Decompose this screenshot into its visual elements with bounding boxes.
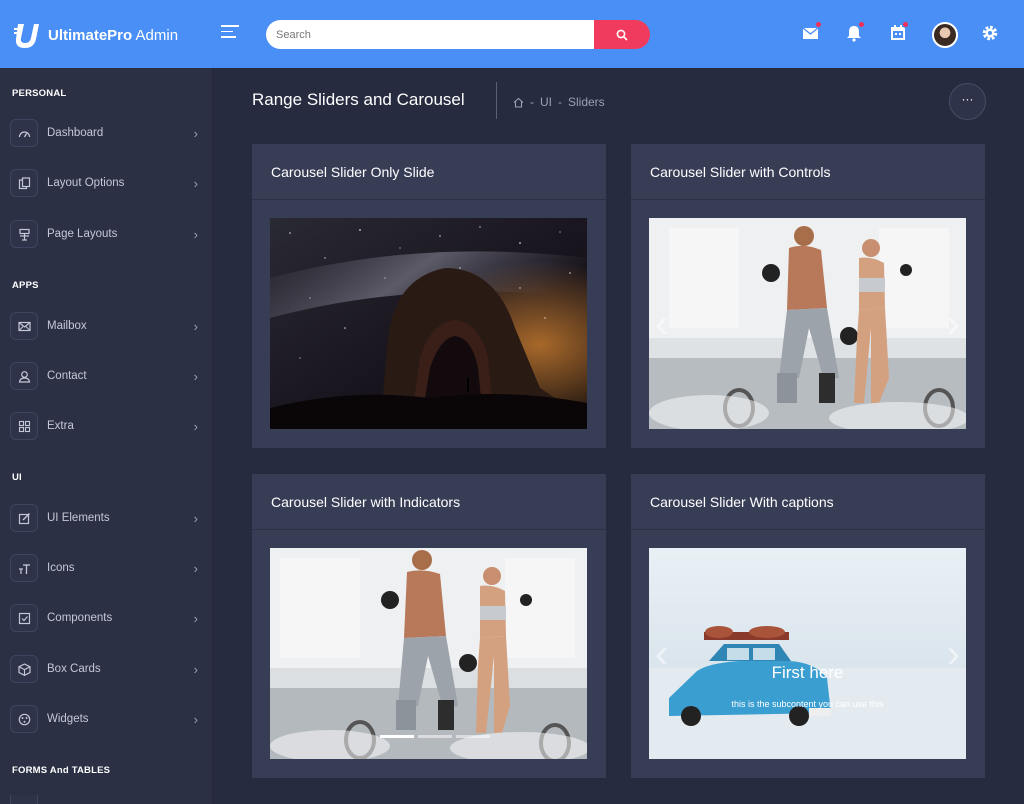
text-icon: [10, 554, 38, 582]
chevron-right-icon: ›: [193, 510, 198, 526]
mail-icon[interactable]: [802, 21, 822, 42]
sidebar-item-label: Contact: [47, 370, 87, 382]
sidebar-item-dashboard[interactable]: Dashboard ›: [10, 118, 202, 148]
carousel-caption-title: First here: [771, 663, 844, 682]
home-icon[interactable]: [513, 97, 524, 108]
bell-notification-dot: [858, 21, 865, 28]
sidebar-item-page-layouts[interactable]: Page Layouts ›: [10, 219, 202, 249]
sidebar-item-label: Icons: [47, 562, 75, 574]
breadcrumb-sliders[interactable]: Sliders: [568, 95, 605, 109]
sidebar-item-label: Extra: [47, 420, 74, 432]
sidebar-item-layout-options[interactable]: Layout Options ›: [10, 168, 202, 198]
chevron-right-icon: ›: [193, 125, 198, 141]
avatar[interactable]: [932, 22, 958, 48]
carousel-indicator[interactable]: [380, 735, 414, 738]
card-title: Carousel Slider Only Slide: [252, 144, 606, 200]
search-input[interactable]: [266, 20, 594, 49]
sidebar-item-mailbox[interactable]: Mailbox ›: [10, 311, 202, 341]
bell-icon[interactable]: [845, 21, 865, 42]
dashboard-icon: [10, 119, 38, 147]
page-title: Range Sliders and Carousel: [252, 90, 465, 109]
chevron-right-icon: ›: [193, 661, 198, 677]
sidebar-item-box-cards[interactable]: Box Cards ›: [10, 654, 202, 684]
calendar-notification-dot: [902, 21, 909, 28]
carousel-slide-image: [270, 218, 587, 429]
layout-icon: [10, 169, 38, 197]
page-layouts-icon: [10, 220, 38, 248]
sidebar: PERSONAL Dashboard › Layout Options › Pa…: [0, 68, 213, 804]
forms-icon: [10, 795, 38, 804]
sidebar-item-partial[interactable]: [10, 795, 202, 804]
logo-light-text: Admin: [132, 26, 179, 44]
carousel-indicators: [380, 735, 490, 738]
checkbox-icon: [10, 604, 38, 632]
carousel-slide-image: ‹ › First here this is the subcontent yo…: [649, 548, 966, 759]
mail-notification-dot: [815, 21, 822, 28]
title-divider: [496, 82, 497, 119]
sidebar-item-icons[interactable]: Icons ›: [10, 553, 202, 583]
sidebar-item-extra[interactable]: Extra ›: [10, 411, 202, 441]
mailbox-icon: [10, 312, 38, 340]
search-bar: [266, 20, 650, 49]
card-title: Carousel Slider with Controls: [631, 144, 985, 200]
sidebar-item-label: Mailbox: [47, 320, 87, 332]
breadcrumb: - UI - Sliders: [513, 95, 605, 109]
carousel-card-only-slide: Carousel Slider Only Slide: [252, 144, 606, 448]
card-title: Carousel Slider With captions: [631, 474, 985, 530]
edit-icon: [10, 504, 38, 532]
logo-bold-text: UltimatePro: [48, 26, 133, 44]
chevron-right-icon: ›: [193, 226, 198, 242]
sidebar-section-forms-tables: FORMS And TABLES: [12, 765, 111, 776]
sidebar-item-label: Box Cards: [47, 663, 101, 675]
sidebar-section-apps: APPS: [12, 280, 39, 291]
contact-icon: [10, 362, 38, 390]
carousel-slide-image: ‹ ›: [649, 218, 966, 429]
logo-u-icon: [14, 20, 40, 50]
sidebar-item-label: UI Elements: [47, 512, 110, 524]
chevron-right-icon: ›: [193, 610, 198, 626]
carousel-indicator[interactable]: [456, 735, 490, 738]
search-icon: [616, 29, 628, 41]
sidebar-item-label: Dashboard: [47, 127, 104, 139]
box-icon: [10, 655, 38, 683]
carousel-next-arrow-icon[interactable]: ›: [947, 304, 960, 344]
sidebar-item-ui-elements[interactable]: UI Elements ›: [10, 503, 202, 533]
more-options-button[interactable]: ···: [949, 83, 986, 120]
gear-icon[interactable]: [981, 24, 999, 42]
chevron-right-icon: ›: [193, 175, 198, 191]
menu-toggle-icon[interactable]: [221, 25, 239, 41]
carousel-card-with-controls: Carousel Slider with Controls ‹ ›: [631, 144, 985, 448]
widgets-icon: [10, 705, 38, 733]
logo[interactable]: UltimatePro Admin: [14, 18, 178, 52]
carousel-prev-arrow-icon[interactable]: ‹: [655, 304, 668, 344]
card-title: Carousel Slider with Indicators: [252, 474, 606, 530]
sidebar-item-components[interactable]: Components ›: [10, 603, 202, 633]
sidebar-item-contact[interactable]: Contact ›: [10, 361, 202, 391]
chevron-right-icon: ›: [193, 318, 198, 334]
search-button[interactable]: [594, 20, 650, 49]
top-bar: UltimatePro Admin: [0, 0, 1024, 68]
chevron-right-icon: ›: [193, 418, 198, 434]
breadcrumb-ui[interactable]: UI: [540, 95, 552, 109]
carousel-indicator[interactable]: [418, 735, 452, 738]
sidebar-item-label: Components: [47, 612, 113, 624]
chevron-right-icon: ›: [193, 711, 198, 727]
grid-icon: [10, 412, 38, 440]
sidebar-item-widgets[interactable]: Widgets ›: [10, 704, 202, 734]
sidebar-item-label: Page Layouts: [47, 228, 118, 240]
chevron-right-icon: ›: [193, 560, 198, 576]
carousel-card-with-indicators: Carousel Slider with Indicators: [252, 474, 606, 778]
calendar-icon[interactable]: [889, 21, 909, 42]
sidebar-section-ui: UI: [12, 472, 22, 483]
sidebar-item-label: Layout Options: [47, 177, 125, 189]
carousel-card-with-captions: Carousel Slider With captions ‹ › First …: [631, 474, 985, 778]
sidebar-item-label: Widgets: [47, 713, 89, 725]
sidebar-section-personal: PERSONAL: [12, 88, 67, 99]
carousel-caption-text: this is the subcontent you can use this: [731, 699, 884, 709]
chevron-right-icon: ›: [193, 368, 198, 384]
carousel-slide-image: [270, 548, 587, 759]
